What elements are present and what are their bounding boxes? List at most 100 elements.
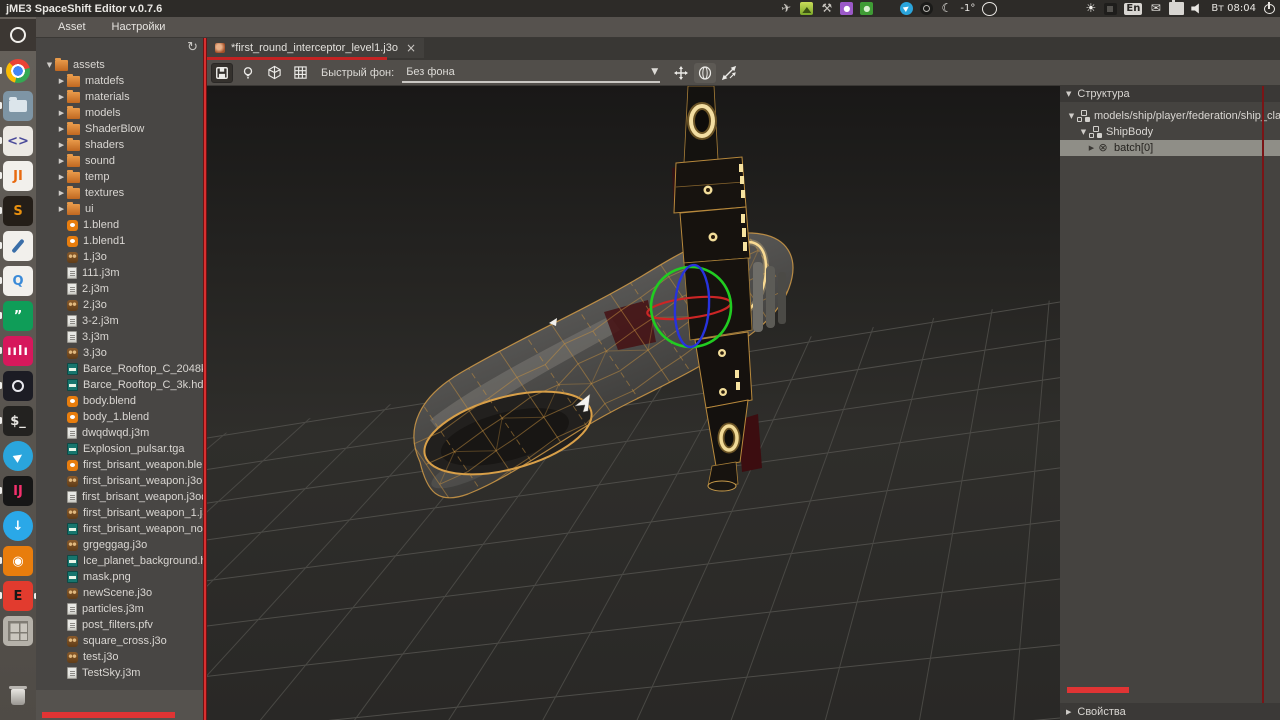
steam[interactable] xyxy=(0,371,33,401)
tree-item[interactable]: first_brisant_weapon.j3odata xyxy=(36,489,203,505)
light-toggle-button[interactable] xyxy=(237,63,259,83)
save-button[interactable] xyxy=(211,62,233,83)
menu-item[interactable]: Настройки xyxy=(100,21,178,33)
tree-item[interactable]: ▶ models xyxy=(36,105,203,121)
eye-icon[interactable] xyxy=(920,2,934,15)
wireframe-toggle-button[interactable] xyxy=(263,63,285,83)
brightness-icon[interactable]: ☀ xyxy=(1084,1,1097,16)
sublime-text[interactable]: S xyxy=(0,196,33,226)
tree-item[interactable]: dwqdwqd.j3m xyxy=(36,425,203,441)
move-tool-button[interactable] xyxy=(670,63,692,83)
telegram[interactable]: ▶ xyxy=(3,441,33,471)
tree-item[interactable]: 1.blend1 xyxy=(36,233,203,249)
image-viewer-icon[interactable] xyxy=(800,2,814,15)
tree-item[interactable]: ▶ sound xyxy=(36,153,203,169)
structure-horizontal-scrollbar[interactable] xyxy=(1067,687,1129,693)
tree-item[interactable]: ▶ ui xyxy=(36,201,203,217)
trash[interactable] xyxy=(3,682,33,712)
volume-icon[interactable] xyxy=(1191,3,1199,14)
tree-item[interactable]: body_1.blend xyxy=(36,409,203,425)
tree-item[interactable]: ▶ temp xyxy=(36,169,203,185)
tree-item[interactable]: 1.blend xyxy=(36,217,203,233)
tree-item[interactable]: particles.j3m xyxy=(36,601,203,617)
asset-tree-horizontal-scrollbar[interactable] xyxy=(36,690,203,720)
tree-item[interactable]: first_brisant_weapon.j3o xyxy=(36,473,203,489)
tree-item[interactable]: ▼ assets xyxy=(36,57,203,73)
network-graph[interactable] xyxy=(1044,1,1057,16)
mail-icon[interactable]: ✉ xyxy=(1149,1,1162,16)
tree-item[interactable]: 111.j3m xyxy=(36,265,203,281)
chrome-icon[interactable] xyxy=(880,1,893,16)
tree-item[interactable]: first_brisant_weapon_normal xyxy=(36,521,203,537)
code-editor[interactable]: <> xyxy=(0,126,33,156)
tree-item[interactable]: first_brisant_weapon_1.j3o xyxy=(36,505,203,521)
expand-arrow-icon[interactable]: ▶ xyxy=(56,137,67,153)
tree-item[interactable]: 3.j3m xyxy=(36,329,203,345)
expand-arrow-icon[interactable]: ▶ xyxy=(56,121,67,137)
telegram-icon[interactable]: ▶ xyxy=(900,2,914,15)
tree-item[interactable]: square_cross.j3o xyxy=(36,633,203,649)
clock[interactable]: Вт 08:04 xyxy=(1211,1,1256,16)
scale-tool-button[interactable] xyxy=(718,63,740,83)
widget-icon[interactable] xyxy=(1104,2,1118,15)
tree-item[interactable]: 3.j3o xyxy=(36,345,203,361)
tree-item[interactable]: 1.j3o xyxy=(36,249,203,265)
scrollbar-thumb[interactable] xyxy=(42,712,175,718)
rotate-tool-button[interactable] xyxy=(694,62,717,83)
chat-app[interactable]: Q xyxy=(0,266,33,296)
tree-item[interactable]: post_filters.pfv xyxy=(36,617,203,633)
tree-item[interactable]: 2.j3m xyxy=(36,281,203,297)
ubuntu-dash[interactable] xyxy=(0,19,36,51)
tree-item[interactable]: newScene.j3o xyxy=(36,585,203,601)
intellij-idea[interactable]: IJ xyxy=(0,476,33,506)
paper-plane-icon[interactable]: ✈ xyxy=(779,0,795,17)
chat-icon[interactable] xyxy=(982,1,998,16)
tree-item[interactable]: ▶ matdefs xyxy=(36,73,203,89)
memory-graph[interactable] xyxy=(1024,1,1037,16)
green-app-icon[interactable]: ● xyxy=(860,2,874,15)
expand-arrow-icon[interactable]: ▶ xyxy=(56,169,67,185)
tool-icon[interactable]: ⚒ xyxy=(820,1,833,16)
tree-item[interactable]: ▶ textures xyxy=(36,185,203,201)
music-app[interactable]: ıılı xyxy=(0,336,33,366)
tree-item[interactable]: test.j3o xyxy=(36,649,203,665)
terminal[interactable]: $_ xyxy=(0,406,33,436)
tab-close-icon[interactable]: × xyxy=(404,41,416,55)
file-manager[interactable] xyxy=(0,91,33,121)
tree-item[interactable]: 2.j3o xyxy=(36,297,203,313)
menu-item[interactable]: Asset xyxy=(46,21,98,33)
blender[interactable]: ◉ xyxy=(0,546,33,576)
keyboard-layout[interactable]: En xyxy=(1124,2,1143,15)
workspace-switcher[interactable] xyxy=(3,616,33,646)
tree-item[interactable]: Barce_Rooftop_C_2048k_RGE xyxy=(36,361,203,377)
cpu-graph[interactable] xyxy=(1004,1,1017,16)
expand-arrow-icon[interactable]: ▼ xyxy=(1066,108,1077,124)
pen-app[interactable] xyxy=(0,231,33,261)
e-app[interactable]: E xyxy=(0,581,37,611)
expand-arrow-icon[interactable]: ▶ xyxy=(56,105,67,121)
properties-panel-header[interactable]: ▶ Свойства xyxy=(1060,703,1280,720)
moon-icon[interactable]: ☾ xyxy=(940,1,953,16)
hangouts[interactable]: ” xyxy=(0,301,33,331)
battery-icon[interactable] xyxy=(1169,0,1185,15)
ghost-app-icon[interactable]: ● xyxy=(840,2,854,15)
expand-arrow-icon[interactable]: ▼ xyxy=(1078,124,1089,140)
expand-arrow-icon[interactable]: ▶ xyxy=(56,153,67,169)
disk-graph[interactable] xyxy=(1064,1,1077,16)
tree-item[interactable]: Barce_Rooftop_C_3k.hdr xyxy=(36,377,203,393)
temperature[interactable]: -1° xyxy=(960,1,975,16)
tree-item[interactable]: ▶ ShaderBlow xyxy=(36,121,203,137)
refresh-assets-icon[interactable]: ↻ xyxy=(187,40,198,55)
expand-arrow-icon[interactable]: ▶ xyxy=(56,201,67,217)
fast-background-select[interactable]: Без фона ▼ xyxy=(402,63,661,83)
viewport-3d-scene[interactable] xyxy=(207,86,1060,720)
tree-item[interactable]: TestSky.j3m xyxy=(36,665,203,681)
tree-item[interactable]: ▶ materials xyxy=(36,89,203,105)
expand-arrow-icon[interactable]: ▶ xyxy=(56,73,67,89)
tree-item[interactable]: first_brisant_weapon.blend xyxy=(36,457,203,473)
structure-vertical-scrollbar[interactable] xyxy=(1262,86,1264,703)
structure-node[interactable]: ▼ ShipBody xyxy=(1060,124,1280,140)
tree-item[interactable]: mask.png xyxy=(36,569,203,585)
tree-item[interactable]: ▶ shaders xyxy=(36,137,203,153)
expand-arrow-icon[interactable]: ▶ xyxy=(56,185,67,201)
